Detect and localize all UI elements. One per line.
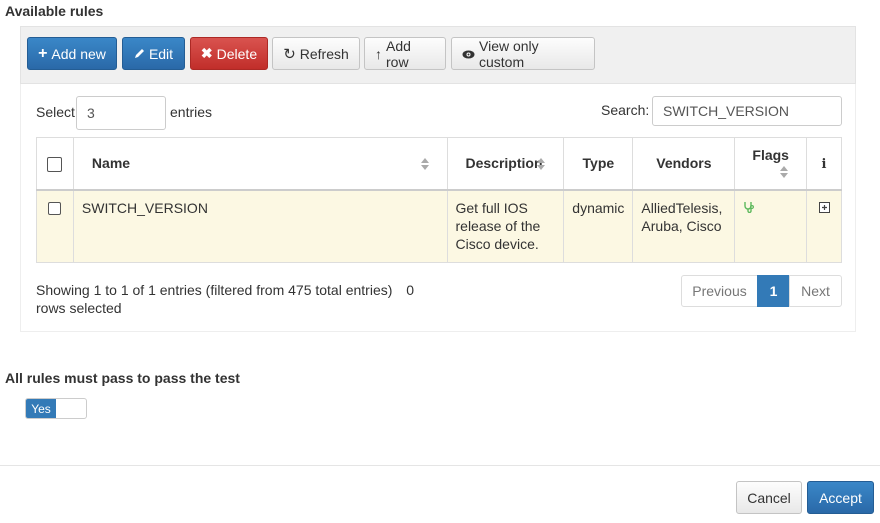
accept-button[interactable]: Accept [807, 481, 874, 514]
view-only-custom-label: View only custom [479, 37, 539, 70]
refresh-button[interactable]: ↻ Refresh [272, 37, 360, 70]
delete-label: Delete [216, 45, 258, 62]
sort-icon [420, 158, 429, 170]
column-header-vendors: Vendors [632, 137, 736, 191]
cell-description: Get full IOS release of the Cisco device… [446, 189, 565, 263]
cell-flags [734, 189, 808, 263]
cell-type: dynamic [563, 189, 634, 263]
select-all-checkbox[interactable] [47, 157, 63, 173]
pagination-next[interactable]: Next [789, 275, 842, 307]
delete-button[interactable]: ✖ Delete [190, 37, 268, 70]
column-type-label: Type [582, 155, 615, 172]
column-name-label: Name [91, 155, 131, 172]
table-info: Showing 1 to 1 of 1 entries (filtered fr… [36, 281, 436, 317]
row-select-cell[interactable] [36, 189, 74, 263]
plus-square-icon[interactable] [818, 200, 830, 216]
edit-label: Edit [148, 45, 174, 62]
length-prefix: Select [36, 104, 75, 120]
add-row-button[interactable]: ↑ Add row [364, 37, 446, 70]
add-new-label: Add new [51, 45, 106, 62]
pagination-previous[interactable]: Previous [681, 275, 758, 307]
column-header-type: Type [563, 137, 634, 191]
search-label: Search: [601, 102, 650, 118]
sort-icon [537, 158, 546, 170]
cancel-button[interactable]: Cancel [736, 481, 802, 514]
pass-rule-label: All rules must pass to pass the test [5, 370, 240, 386]
section-title: Available rules [5, 3, 104, 19]
cell-vendors: AlliedTelesis, Aruba, Cisco [632, 189, 736, 263]
column-vendors-label: Vendors [656, 155, 712, 172]
rules-table: Name Description Type Vendors Flags i SW… [36, 137, 842, 263]
refresh-label: Refresh [299, 45, 349, 62]
column-description-label: Description [465, 155, 543, 172]
add-row-label: Add row [386, 37, 411, 70]
column-header-description[interactable]: Description [446, 137, 565, 191]
refresh-icon: ↻ [283, 45, 296, 63]
info-text: Showing 1 to 1 of 1 entries (filtered fr… [36, 282, 393, 298]
close-icon: ✖ [200, 45, 213, 61]
add-new-button[interactable]: + Add new [27, 37, 117, 70]
stethoscope-icon [743, 200, 755, 216]
column-flags-label: Flags [752, 147, 789, 163]
pass-rule-toggle[interactable]: Yes [25, 398, 87, 419]
view-only-custom-button[interactable]: View only custom [451, 37, 595, 70]
plus-icon: + [38, 44, 48, 62]
sort-icon [780, 166, 789, 178]
column-header-name[interactable]: Name [72, 137, 448, 191]
pencil-icon [134, 46, 145, 62]
column-header-flags[interactable]: Flags [734, 137, 808, 191]
arrow-up-icon: ↑ [375, 45, 382, 62]
toggle-on-label: Yes [26, 399, 56, 418]
length-suffix: entries [170, 104, 213, 120]
toolbar: + Add new Edit ✖ Delete ↻ Refresh ↑ Add … [20, 26, 856, 84]
pagination-page-1[interactable]: 1 [757, 275, 790, 307]
length-input[interactable] [76, 96, 166, 130]
row-checkbox[interactable] [48, 201, 62, 215]
eye-icon [462, 46, 475, 62]
search-input[interactable] [652, 96, 842, 126]
table-header-row: Name Description Type Vendors Flags i [36, 137, 842, 191]
cell-info[interactable] [806, 189, 842, 263]
cell-name: SWITCH_VERSION [72, 189, 448, 263]
edit-button[interactable]: Edit [122, 37, 185, 70]
table-row[interactable]: SWITCH_VERSION Get full IOS release of t… [36, 189, 842, 263]
info-icon: i [821, 156, 827, 172]
select-all-cell[interactable] [36, 137, 74, 191]
column-header-info: i [806, 137, 842, 191]
footer-divider [0, 465, 880, 466]
